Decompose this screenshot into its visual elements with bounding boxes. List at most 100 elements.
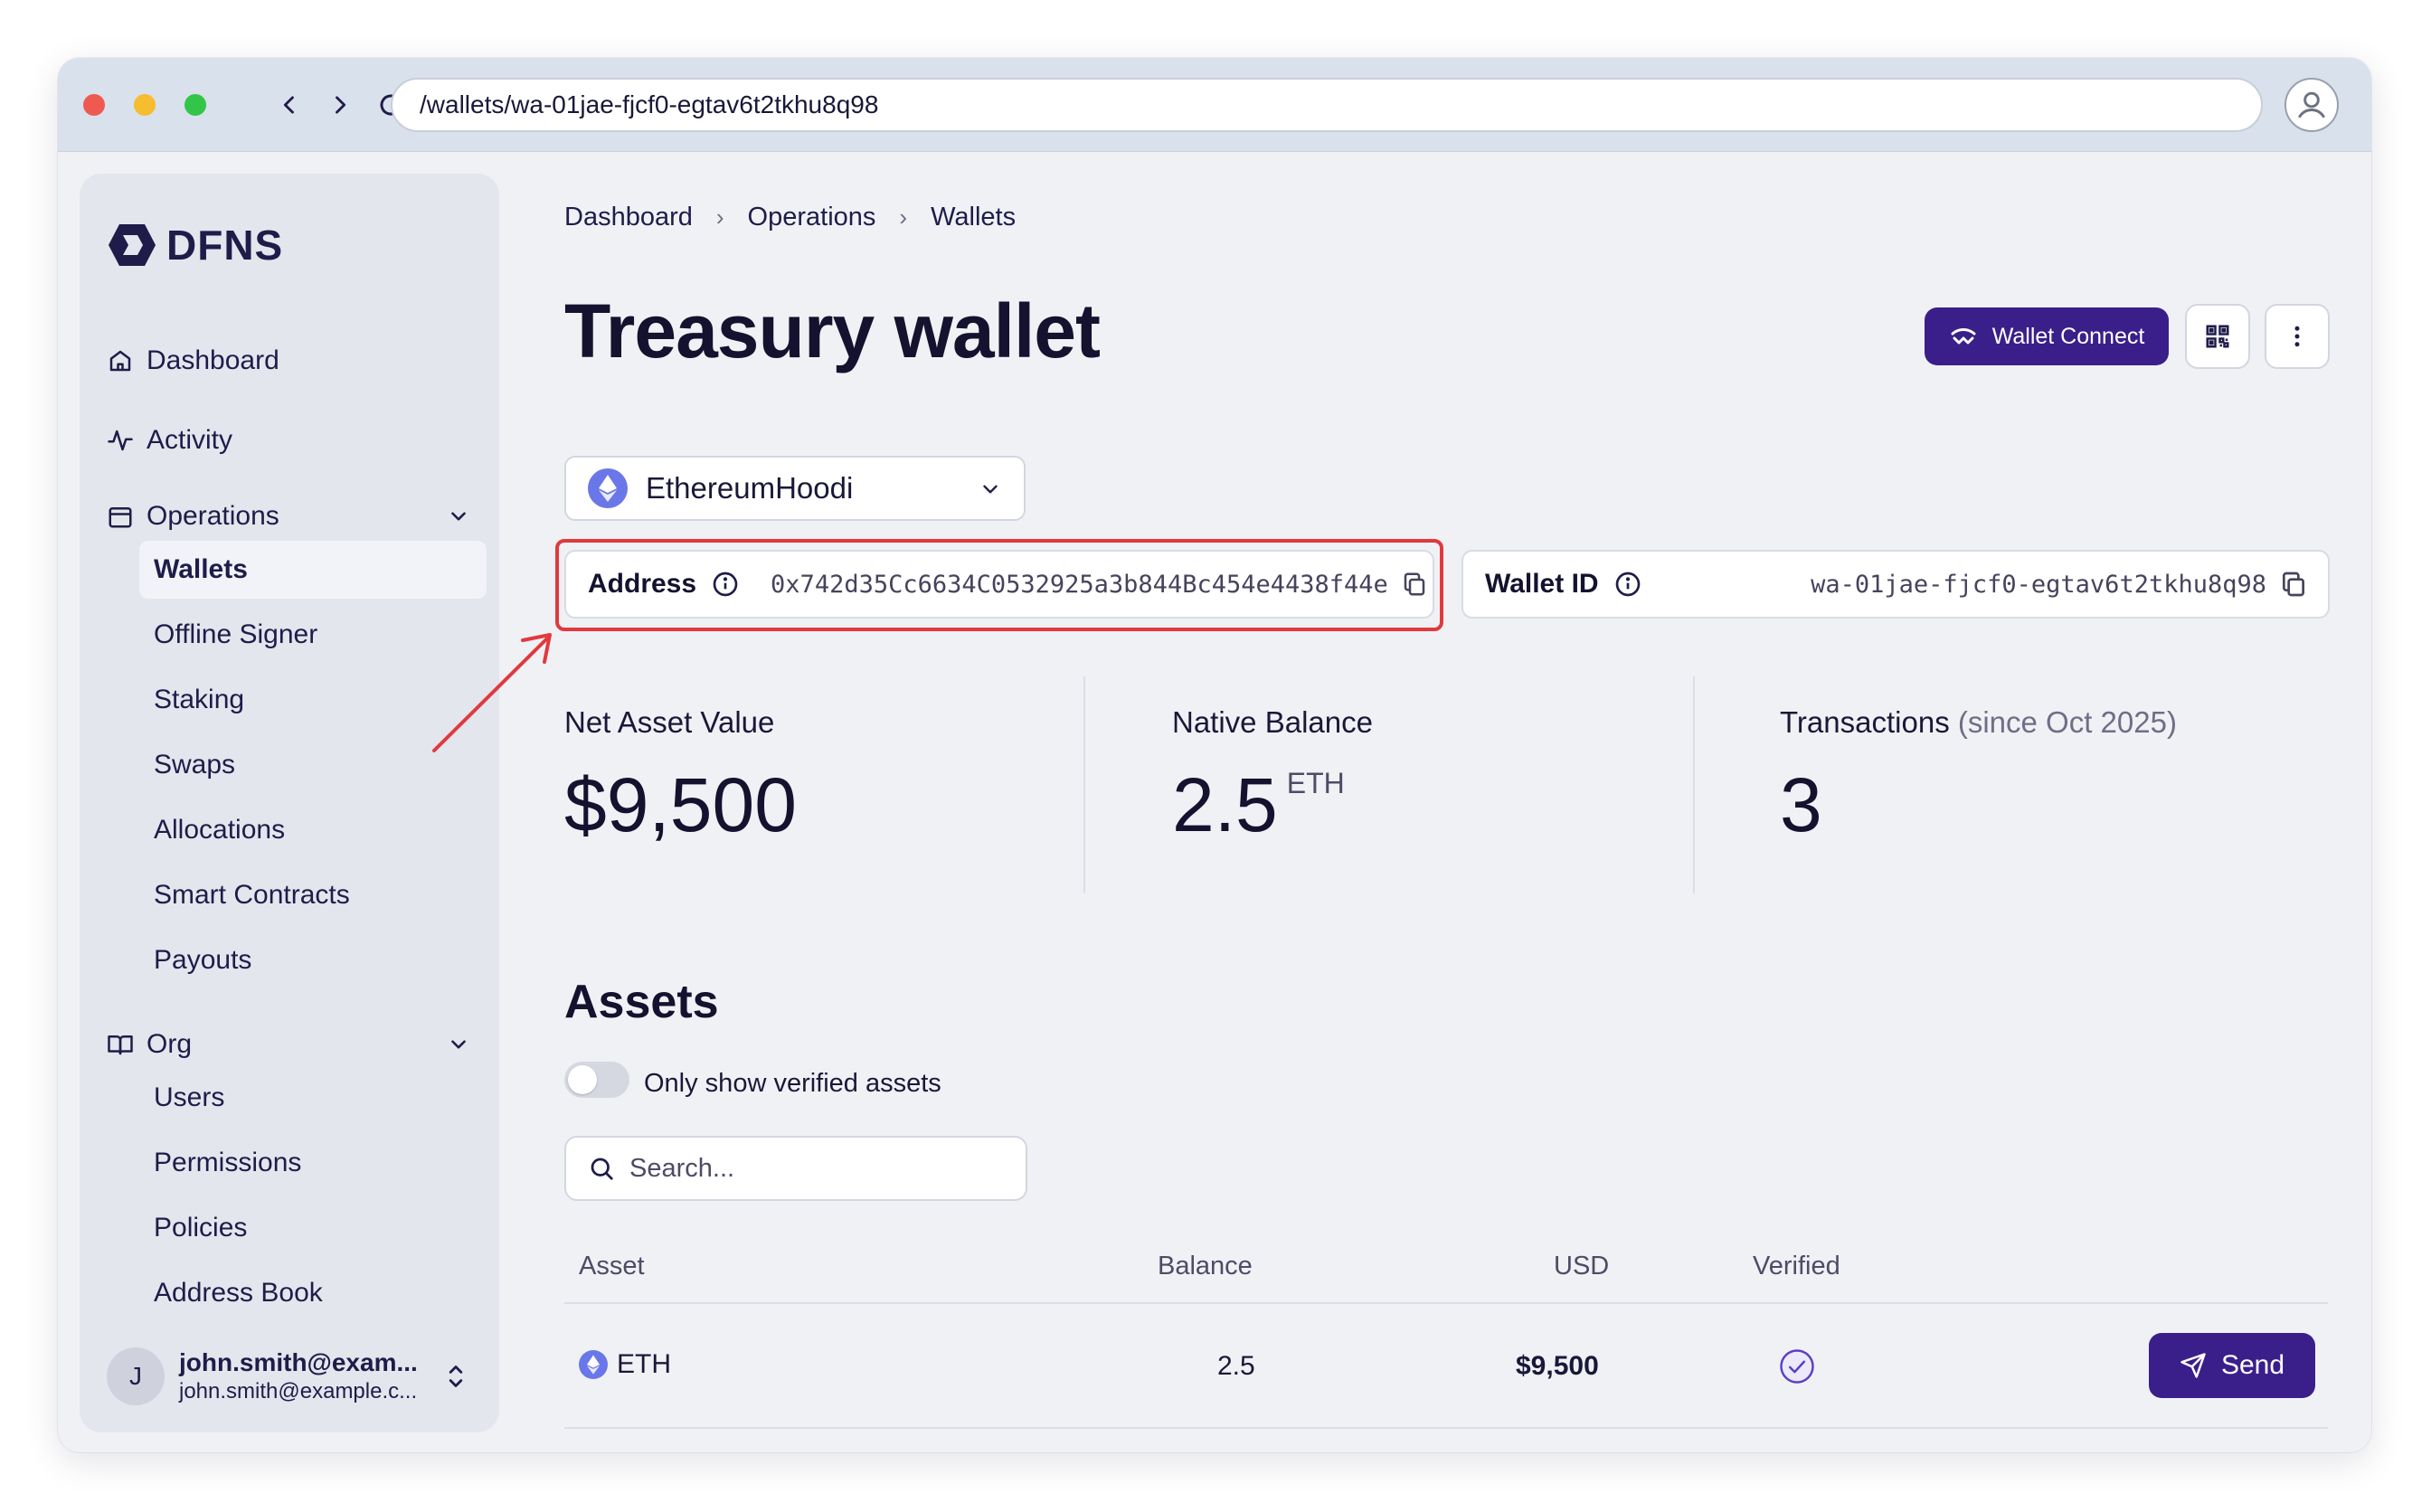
minimize-window-button[interactable] — [134, 94, 156, 116]
divider — [1693, 676, 1695, 893]
address-highlight-box — [555, 539, 1443, 631]
sidebar-item-activity[interactable]: Activity — [107, 425, 232, 456]
page-title: Treasury wallet — [564, 288, 1101, 373]
wallet-connect-label: Wallet Connect — [1991, 323, 2145, 349]
sidebar-item-policies[interactable]: Policies — [139, 1199, 487, 1257]
column-header-asset[interactable]: Asset — [579, 1252, 645, 1281]
toggle-knob — [568, 1065, 597, 1094]
browser-titlebar: /wallets/wa-01jae-fjcf0-egtav6t2tkhu8q98 — [58, 58, 2371, 152]
send-button[interactable]: Send — [2149, 1333, 2315, 1398]
wallet-id-field: Wallet ID wa-01jae-fjcf0-egtav6t2tkhu8q9… — [1461, 550, 2330, 619]
sidebar-item-address-book[interactable]: Address Book — [139, 1264, 487, 1322]
sidebar-item-users[interactable]: Users — [139, 1069, 487, 1127]
verified-assets-toggle[interactable] — [564, 1062, 629, 1098]
sidebar-item-label: Swaps — [154, 750, 236, 780]
sidebar-item-label: Permissions — [154, 1148, 302, 1177]
qr-code-button[interactable] — [2185, 304, 2250, 369]
table-row-divider — [564, 1427, 2328, 1429]
assets-heading: Assets — [564, 976, 719, 1028]
ethereum-icon — [588, 468, 628, 508]
stat-label: Net Asset Value — [564, 705, 775, 739]
column-header-balance[interactable]: Balance — [1158, 1252, 1253, 1281]
sidebar-item-label: Policies — [154, 1213, 248, 1243]
stat-value: $9,500 — [564, 762, 797, 847]
forward-icon[interactable] — [318, 83, 362, 127]
asset-search[interactable] — [564, 1136, 1027, 1201]
sidebar-item-label: Smart Contracts — [154, 880, 350, 910]
dfns-logo-icon — [109, 224, 156, 266]
address-bar[interactable]: /wallets/wa-01jae-fjcf0-egtav6t2tkhu8q98 — [391, 78, 2263, 132]
send-label: Send — [2220, 1350, 2285, 1380]
brand-name: DFNS — [166, 222, 284, 269]
more-options-button[interactable] — [2265, 304, 2330, 369]
breadcrumb-operations[interactable]: Operations — [748, 203, 876, 232]
wallet-id-label: Wallet ID — [1485, 569, 1599, 599]
sidebar-item-permissions[interactable]: Permissions — [139, 1134, 487, 1192]
column-header-usd[interactable]: USD — [1554, 1252, 1609, 1281]
sidebar-item-label: Operations — [147, 501, 279, 531]
sidebar-item-operations[interactable]: Operations — [107, 501, 472, 532]
table-header-divider — [564, 1302, 2328, 1304]
chevron-down-icon — [983, 485, 998, 494]
avatar: J — [107, 1347, 165, 1405]
balance-cell: 2.5 — [1217, 1351, 1255, 1381]
wallet-id-value[interactable]: wa-01jae-fjcf0-egtav6t2tkhu8q98 — [1811, 571, 2266, 599]
divider — [1083, 676, 1085, 893]
copy-icon[interactable] — [2279, 570, 2308, 599]
column-header-verified[interactable]: Verified — [1753, 1252, 1840, 1281]
close-window-button[interactable] — [83, 94, 105, 116]
chevron-down-icon[interactable] — [447, 1033, 470, 1056]
sidebar-item-smart-contracts[interactable]: Smart Contracts — [139, 866, 487, 924]
activity-icon — [108, 430, 133, 451]
sidebar-item-label: Offline Signer — [154, 619, 318, 649]
sidebar-item-dashboard[interactable]: Dashboard — [107, 345, 279, 376]
asset-symbol: ETH — [617, 1349, 671, 1379]
sidebar-item-label: Activity — [147, 425, 233, 455]
stat-unit: ETH — [1286, 767, 1345, 799]
sidebar-item-payouts[interactable]: Payouts — [139, 931, 487, 989]
network-select[interactable]: EthereumHoodi — [564, 456, 1026, 521]
chevron-down-icon[interactable] — [447, 505, 470, 528]
verified-check-icon — [1778, 1347, 1816, 1393]
user-menu[interactable]: J john.smith@exam... john.smith@example.… — [107, 1340, 487, 1413]
usd-cell: $9,500 — [1516, 1351, 1599, 1381]
annotation-arrow-icon — [432, 633, 552, 752]
stat-native-balance: Native Balance 2.5 ETH — [1172, 705, 1373, 849]
sidebar-item-label: Address Book — [154, 1278, 323, 1308]
more-vertical-icon — [2294, 326, 2300, 347]
sidebar-item-label: Org — [147, 1029, 193, 1059]
asset-cell: ETH — [579, 1349, 671, 1380]
walletconnect-icon — [1951, 328, 1976, 345]
maximize-window-button[interactable] — [184, 94, 206, 116]
network-selected: EthereumHoodi — [646, 471, 854, 505]
stat-label: Native Balance — [1172, 705, 1373, 739]
sidebar-item-label: Staking — [154, 685, 245, 714]
sidebar-item-org[interactable]: Org — [107, 1029, 472, 1060]
profile-icon[interactable] — [2284, 78, 2339, 132]
stat-value: 3 — [1780, 762, 1822, 847]
wallet-connect-button[interactable]: Wallet Connect — [1925, 307, 2169, 365]
back-icon[interactable] — [268, 83, 311, 127]
user-name: john.smith@exam... — [179, 1348, 418, 1376]
send-icon — [2180, 1353, 2206, 1378]
stat-sublabel: (since Oct 2025) — [1957, 705, 2177, 739]
qr-code-icon — [2206, 325, 2229, 348]
sidebar-item-label: Wallets — [154, 554, 248, 584]
verified-assets-label: Only show verified assets — [644, 1069, 941, 1098]
search-icon — [591, 1158, 613, 1180]
sidebar-item-label: Allocations — [154, 815, 286, 845]
chevron-right-icon: › — [899, 203, 908, 231]
breadcrumb-dashboard[interactable]: Dashboard — [564, 203, 693, 232]
stat-label: Transactions — [1780, 705, 1950, 739]
chevron-up-down-icon[interactable] — [443, 1360, 468, 1393]
sidebar-item-allocations[interactable]: Allocations — [139, 801, 487, 859]
sidebar: DFNS Dashboard Activity Operations Walle… — [80, 174, 499, 1432]
breadcrumb-wallets[interactable]: Wallets — [931, 203, 1016, 232]
search-input[interactable] — [629, 1153, 991, 1184]
url-text: /wallets/wa-01jae-fjcf0-egtav6t2tkhu8q98 — [420, 90, 879, 118]
sidebar-item-label: Dashboard — [147, 345, 279, 375]
sidebar-item-wallets[interactable]: Wallets — [139, 541, 487, 599]
info-icon[interactable] — [1613, 570, 1642, 599]
brand-logo[interactable]: DFNS — [107, 221, 283, 269]
sidebar-item-label: Payouts — [154, 945, 252, 975]
